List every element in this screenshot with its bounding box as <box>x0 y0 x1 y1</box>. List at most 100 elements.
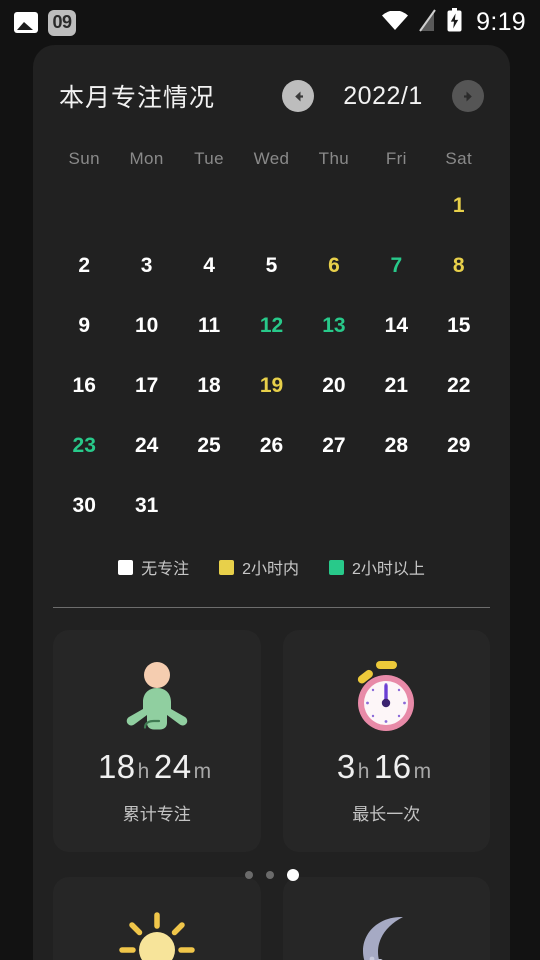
calendar-day-2[interactable]: 2 <box>53 242 115 289</box>
legend-label: 2小时以上 <box>352 561 425 578</box>
calendar-week-row: 2345678 <box>53 242 490 289</box>
calendar-day-empty <box>178 182 240 229</box>
calendar-weeks: 1 2 3 4 5 6 7 8 9 10 11 12 13 14 15 16 17 18 19 20 21 22 23 24 2… <box>53 182 490 529</box>
calendar-day-21[interactable]: 21 <box>365 362 427 409</box>
calendar-week-row: 16 17 18 19 20 21 22 <box>53 362 490 409</box>
weekday-label-fri: Fri <box>385 149 407 168</box>
calendar-day-11[interactable]: 11 <box>178 302 240 349</box>
calendar-day-8[interactable]: 8 <box>428 242 490 289</box>
calendar-week-row: 9 10 11 12 13 14 15 <box>53 302 490 349</box>
pager-dot-1[interactable] <box>265 871 274 879</box>
calendar-day-empty <box>240 182 302 229</box>
calendar-day-3[interactable]: 3 <box>115 242 177 289</box>
pager-dot-0[interactable] <box>244 871 253 879</box>
calendar-day-empty <box>53 182 115 229</box>
calendar-day-10[interactable]: 10 <box>115 302 177 349</box>
calendar-day-7[interactable]: 7 <box>365 242 427 289</box>
calendar-day-empty <box>303 182 365 229</box>
weekday-label-thu: Thu <box>318 149 350 168</box>
status-bar-left: 09 <box>14 9 76 36</box>
calendar-day-12[interactable]: 12 <box>240 302 302 349</box>
no-signal-icon <box>419 8 436 37</box>
moon-icon <box>347 911 425 960</box>
wifi-icon <box>382 9 409 35</box>
weekday-label-sun: Sun <box>68 149 100 168</box>
longest-session-minutes: 16 <box>373 747 412 785</box>
calendar-legend: 无专注 2小时内 2小时以上 <box>33 555 510 579</box>
legend-item-1: 2小时内 <box>219 555 299 579</box>
arrow-left-icon <box>290 88 307 105</box>
weekday-label-sat: Sat <box>445 149 473 168</box>
total-focus-minute-unit: m <box>193 759 212 783</box>
calendar-week-row: 1 <box>53 182 490 229</box>
calendar-day-25[interactable]: 25 <box>178 422 240 469</box>
calendar-day-27[interactable]: 27 <box>303 422 365 469</box>
focus-summary-panel: 本月专注情况 2022/1 Sun Mon Tue Wed Thu Fri Sa… <box>33 45 510 960</box>
total-focus-card[interactable]: 18 h 24 m 累计专注 <box>53 630 261 852</box>
night-focus-card[interactable] <box>282 877 490 960</box>
calendar-day-1[interactable]: 1 <box>428 182 490 229</box>
weekday-label-mon: Mon <box>129 149 164 168</box>
calendar-day-20[interactable]: 20 <box>303 362 365 409</box>
calendar-day-22[interactable]: 22 <box>428 362 490 409</box>
page-title: 本月专注情况 <box>59 84 216 112</box>
calendar-day-16[interactable]: 16 <box>53 362 115 409</box>
month-navigator: 2022/1 <box>282 80 484 112</box>
legend-label: 2小时内 <box>242 561 299 578</box>
longest-session-hours: 3 <box>336 747 356 785</box>
calendar-day-23[interactable]: 23 <box>53 422 115 469</box>
legend-swatch-icon <box>219 559 235 575</box>
legend-swatch-icon <box>329 559 344 575</box>
pager-dot-2[interactable] <box>286 869 299 881</box>
prev-month-button[interactable] <box>282 80 314 112</box>
calendar-day-13[interactable]: 13 <box>303 302 365 349</box>
legend-swatch-icon <box>118 559 134 575</box>
morning-focus-card[interactable] <box>53 877 261 960</box>
next-month-button[interactable] <box>452 80 484 112</box>
legend-label: 无专注 <box>141 561 190 578</box>
notification-badge-icon: 09 <box>48 9 76 36</box>
calendar-week-row: 23 24 25 26 27 28 29 <box>53 422 490 469</box>
calendar-day-19[interactable]: 19 <box>240 362 302 409</box>
calendar-day-29[interactable]: 29 <box>428 422 490 469</box>
calendar-day-5[interactable]: 5 <box>240 242 302 289</box>
calendar-day-30[interactable]: 30 <box>53 482 115 529</box>
panel-header: 本月专注情况 2022/1 <box>33 45 510 125</box>
calendar-day-empty <box>303 482 365 529</box>
sun-icon <box>118 911 196 960</box>
calendar-week-row: 30 31 <box>53 482 490 529</box>
calendar-day-empty <box>240 482 302 529</box>
calendar-day-14[interactable]: 14 <box>365 302 427 349</box>
total-focus-value: 18 h 24 m <box>98 748 216 786</box>
calendar-day-empty <box>365 482 427 529</box>
total-focus-minutes: 24 <box>153 747 192 785</box>
longest-session-minute-unit: m <box>413 759 432 783</box>
calendar-day-9[interactable]: 9 <box>53 302 115 349</box>
arrow-right-icon <box>460 88 477 105</box>
calendar-day-28[interactable]: 28 <box>365 422 427 469</box>
longest-session-value: 3 h 16 m <box>337 748 436 786</box>
longest-session-label: 最长一次 <box>352 804 421 824</box>
calendar-day-24[interactable]: 24 <box>115 422 177 469</box>
longest-session-card[interactable]: 3 h 16 m 最长一次 <box>282 630 490 852</box>
calendar-day-18[interactable]: 18 <box>178 362 240 409</box>
total-focus-hours: 18 <box>97 747 136 785</box>
battery-charging-icon <box>447 8 462 37</box>
longest-session-hour-unit: h <box>357 759 370 783</box>
calendar-day-31[interactable]: 31 <box>115 482 177 529</box>
calendar-day-26[interactable]: 26 <box>240 422 302 469</box>
calendar-day-4[interactable]: 4 <box>178 242 240 289</box>
carousel-pager[interactable] <box>33 869 510 881</box>
calendar-day-6[interactable]: 6 <box>303 242 365 289</box>
stat-card-row-next <box>33 877 510 960</box>
calendar-day-empty <box>115 182 177 229</box>
calendar-weekday-header: Sun Mon Tue Wed Thu Fri Sat <box>53 149 490 169</box>
weekday-label-tue: Tue <box>194 149 224 168</box>
meditation-person-icon <box>123 658 191 736</box>
status-bar-clock: 9:19 <box>476 8 526 36</box>
status-bar-right: 9:19 <box>382 8 526 37</box>
calendar-day-17[interactable]: 17 <box>115 362 177 409</box>
stopwatch-icon <box>348 658 424 736</box>
calendar-day-15[interactable]: 15 <box>428 302 490 349</box>
weekday-label-wed: Wed <box>253 149 290 168</box>
